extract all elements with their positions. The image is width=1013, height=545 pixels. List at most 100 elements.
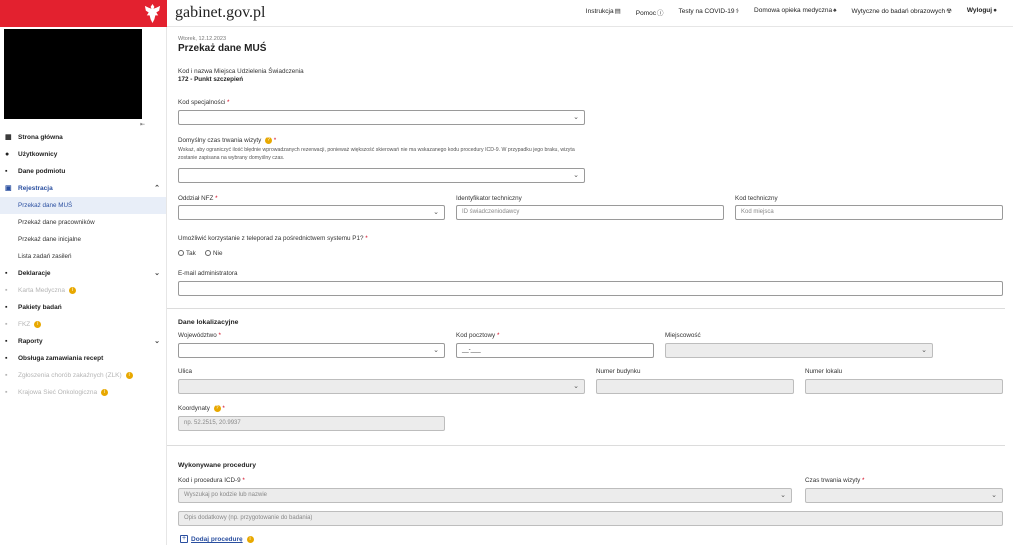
sidebar-item-deklaracje[interactable]: ▪ Deklaracje ⌄ xyxy=(0,265,166,282)
postal-label: Kod pocztowy * xyxy=(456,332,500,339)
sidebar-subitem-lista-zadan[interactable]: Lista zadań zasileń xyxy=(0,248,166,265)
nav-pomoc[interactable]: Pomocⓘ xyxy=(636,7,664,17)
sidebar-item-pakiety-badan[interactable]: ▪ Pakiety badań xyxy=(0,299,166,316)
location-section-title: Dane lokalizacyjne xyxy=(178,319,239,326)
user-icon: ● xyxy=(5,151,10,158)
sidebar-item-fkz: ▪ FKZ i xyxy=(0,316,166,333)
procedures-section-title: Wykonywane procedury xyxy=(178,462,257,469)
eagle-emblem-icon xyxy=(144,4,161,23)
nav-wytyczne[interactable]: Wytyczne do badań obrazowych☢ xyxy=(852,7,952,17)
nav-instrukcja[interactable]: Instrukcja▤ xyxy=(586,7,621,17)
sidebar-subitem-przekaz-dane-inicjalne[interactable]: Przekaż dane inicjalne xyxy=(0,231,166,248)
sidebar-subitem-przekaz-dane-mus[interactable]: Przekaż dane MUŚ xyxy=(0,197,166,214)
visit-duration-label: Czas trwania wizyty * xyxy=(805,477,865,484)
collapse-sidebar-icon[interactable]: ⇤ xyxy=(140,121,145,128)
spec-label: Kod specjalności * xyxy=(178,99,230,106)
file-icon: ▪ xyxy=(5,338,8,345)
sidebar: ⇤ ▦ Strona główna ● Użytkownicy ▪ Dane podm… xyxy=(0,27,167,545)
site-title[interactable]: gabinet.gov.pl xyxy=(175,4,266,22)
tech-id-input[interactable]: ID świadczeniodawcy xyxy=(456,205,724,220)
nav-testy-covid[interactable]: Testy na COVID-19⚕ xyxy=(679,7,740,17)
tech-code-input[interactable]: Kod miejsca xyxy=(735,205,1003,220)
building-label: Numer budynku xyxy=(596,368,641,375)
sidebar-item-obsluga-recept[interactable]: ▪ Obsługa zamawiania recept xyxy=(0,350,166,367)
chevron-down-icon: ⌄ xyxy=(921,347,927,354)
place-value: 172 - Punkt szczepień xyxy=(178,76,244,83)
file-icon: ▪ xyxy=(5,389,8,396)
divider xyxy=(167,308,1005,309)
chevron-down-icon: ⌄ xyxy=(433,347,439,354)
user-icon: ● xyxy=(993,7,997,14)
divider xyxy=(167,445,1005,446)
file-icon: ▪ xyxy=(5,304,8,311)
teleporad-label: Umożliwić korzystanie z teleporad za poś… xyxy=(178,235,368,242)
street-select[interactable]: ⌄ xyxy=(178,379,585,394)
file-icon: ▪ xyxy=(5,321,8,328)
sidebar-subitem-przekaz-dane-pracownikow[interactable]: Przekaż dane pracowników xyxy=(0,214,166,231)
nav-domowa-opieka[interactable]: Domowa opieka medyczna♠ xyxy=(754,7,837,17)
top-header: gabinet.gov.pl Instrukcja▤ Pomocⓘ Testy … xyxy=(167,0,1013,27)
sidebar-item-uzytkownicy[interactable]: ● Użytkownicy xyxy=(0,146,166,163)
top-nav: Instrukcja▤ Pomocⓘ Testy na COVID-19⚕ Do… xyxy=(586,7,997,17)
info-icon: i xyxy=(68,286,76,294)
chevron-down-icon: ⌄ xyxy=(154,270,160,277)
email-input[interactable] xyxy=(178,281,1003,296)
main-content: Wtorek, 12.12.2023 Przekaż dane MUŚ Kod … xyxy=(167,27,1013,545)
city-label: Miejscowość xyxy=(665,332,701,339)
logout-button[interactable]: Wyloguj● xyxy=(967,7,997,17)
info-icon: i xyxy=(246,535,254,543)
voivodeship-select[interactable]: ⌄ xyxy=(178,343,445,358)
sidebar-nav: ▦ Strona główna ● Użytkownicy ▪ Dane podmio… xyxy=(0,129,166,401)
duration-hint: Wskaż, aby ograniczyć ilość błędnie wpro… xyxy=(178,147,575,161)
chevron-down-icon: ⌄ xyxy=(991,492,997,499)
city-select[interactable]: ⌄ xyxy=(665,343,933,358)
file-icon: ▪ xyxy=(5,287,8,294)
lungs-icon: ♠ xyxy=(833,7,837,14)
chevron-up-icon: ⌃ xyxy=(154,185,160,192)
building-input[interactable] xyxy=(596,379,794,394)
place-label: Kod i nazwa Miejsca Udzielenia Świadczen… xyxy=(178,68,304,75)
radiation-icon: ☢ xyxy=(946,8,952,15)
sidebar-item-raporty[interactable]: ▪ Raporty ⌄ xyxy=(0,333,166,350)
icd-search-select[interactable]: Wyszukaj po kodzie lub nazwie ⌄ xyxy=(178,488,792,503)
dashboard-icon: ▦ xyxy=(5,134,12,141)
file-icon: ▪ xyxy=(5,355,8,362)
sidebar-item-strona-glowna[interactable]: ▦ Strona główna xyxy=(0,129,166,146)
postal-input[interactable]: __-___ xyxy=(456,343,654,358)
chevron-down-icon: ⌄ xyxy=(573,114,579,121)
email-label: E-mail administratora xyxy=(178,270,238,277)
page-title: Przekaż dane MUŚ xyxy=(178,43,267,54)
info-icon: i xyxy=(125,371,133,379)
file-icon: ▪ xyxy=(5,168,8,175)
document-icon: ▤ xyxy=(614,8,621,15)
unit-input[interactable] xyxy=(805,379,1003,394)
logo-bar xyxy=(0,0,167,27)
duration-select[interactable]: ⌄ xyxy=(178,168,585,183)
coords-input[interactable]: np. 52.2515, 20.9937 xyxy=(178,416,445,431)
extra-description-input[interactable]: Opis dodatkowy (np. przygotowanie do bad… xyxy=(178,511,1003,526)
chevron-down-icon: ⌄ xyxy=(573,383,579,390)
help-icon[interactable]: ? xyxy=(265,137,273,144)
help-icon[interactable]: ? xyxy=(213,405,221,412)
chevron-down-icon: ⌄ xyxy=(573,172,579,179)
help-icon: ⓘ xyxy=(657,10,664,17)
radio-no[interactable] xyxy=(205,250,211,257)
radio-yes[interactable] xyxy=(178,250,184,257)
add-procedure-button[interactable]: + Dodaj procedurę i xyxy=(180,535,254,543)
calendar-icon: ▣ xyxy=(5,185,12,192)
visit-duration-select[interactable]: ⌄ xyxy=(805,488,1003,503)
teleporad-no[interactable]: Nie xyxy=(205,250,222,257)
redacted-area xyxy=(4,29,142,119)
nfz-select[interactable]: ⌄ xyxy=(178,205,445,220)
info-icon: i xyxy=(101,388,109,396)
street-label: Ulica xyxy=(178,368,192,375)
chevron-down-icon: ⌄ xyxy=(433,209,439,216)
sidebar-item-dane-podmiotu[interactable]: ▪ Dane podmiotu xyxy=(0,163,166,180)
sidebar-item-karta-medyczna: ▪ Karta Medyczna i xyxy=(0,282,166,299)
tech-id-label: Identyfikator techniczny xyxy=(456,195,522,202)
sidebar-item-rejestracja[interactable]: ▣ Rejestracja ⌃ xyxy=(0,180,166,197)
spec-select[interactable]: ⌄ xyxy=(178,110,585,125)
teleporad-yes[interactable]: Tak xyxy=(178,250,196,257)
plus-icon: + xyxy=(180,535,188,543)
chevron-down-icon: ⌄ xyxy=(780,492,786,499)
